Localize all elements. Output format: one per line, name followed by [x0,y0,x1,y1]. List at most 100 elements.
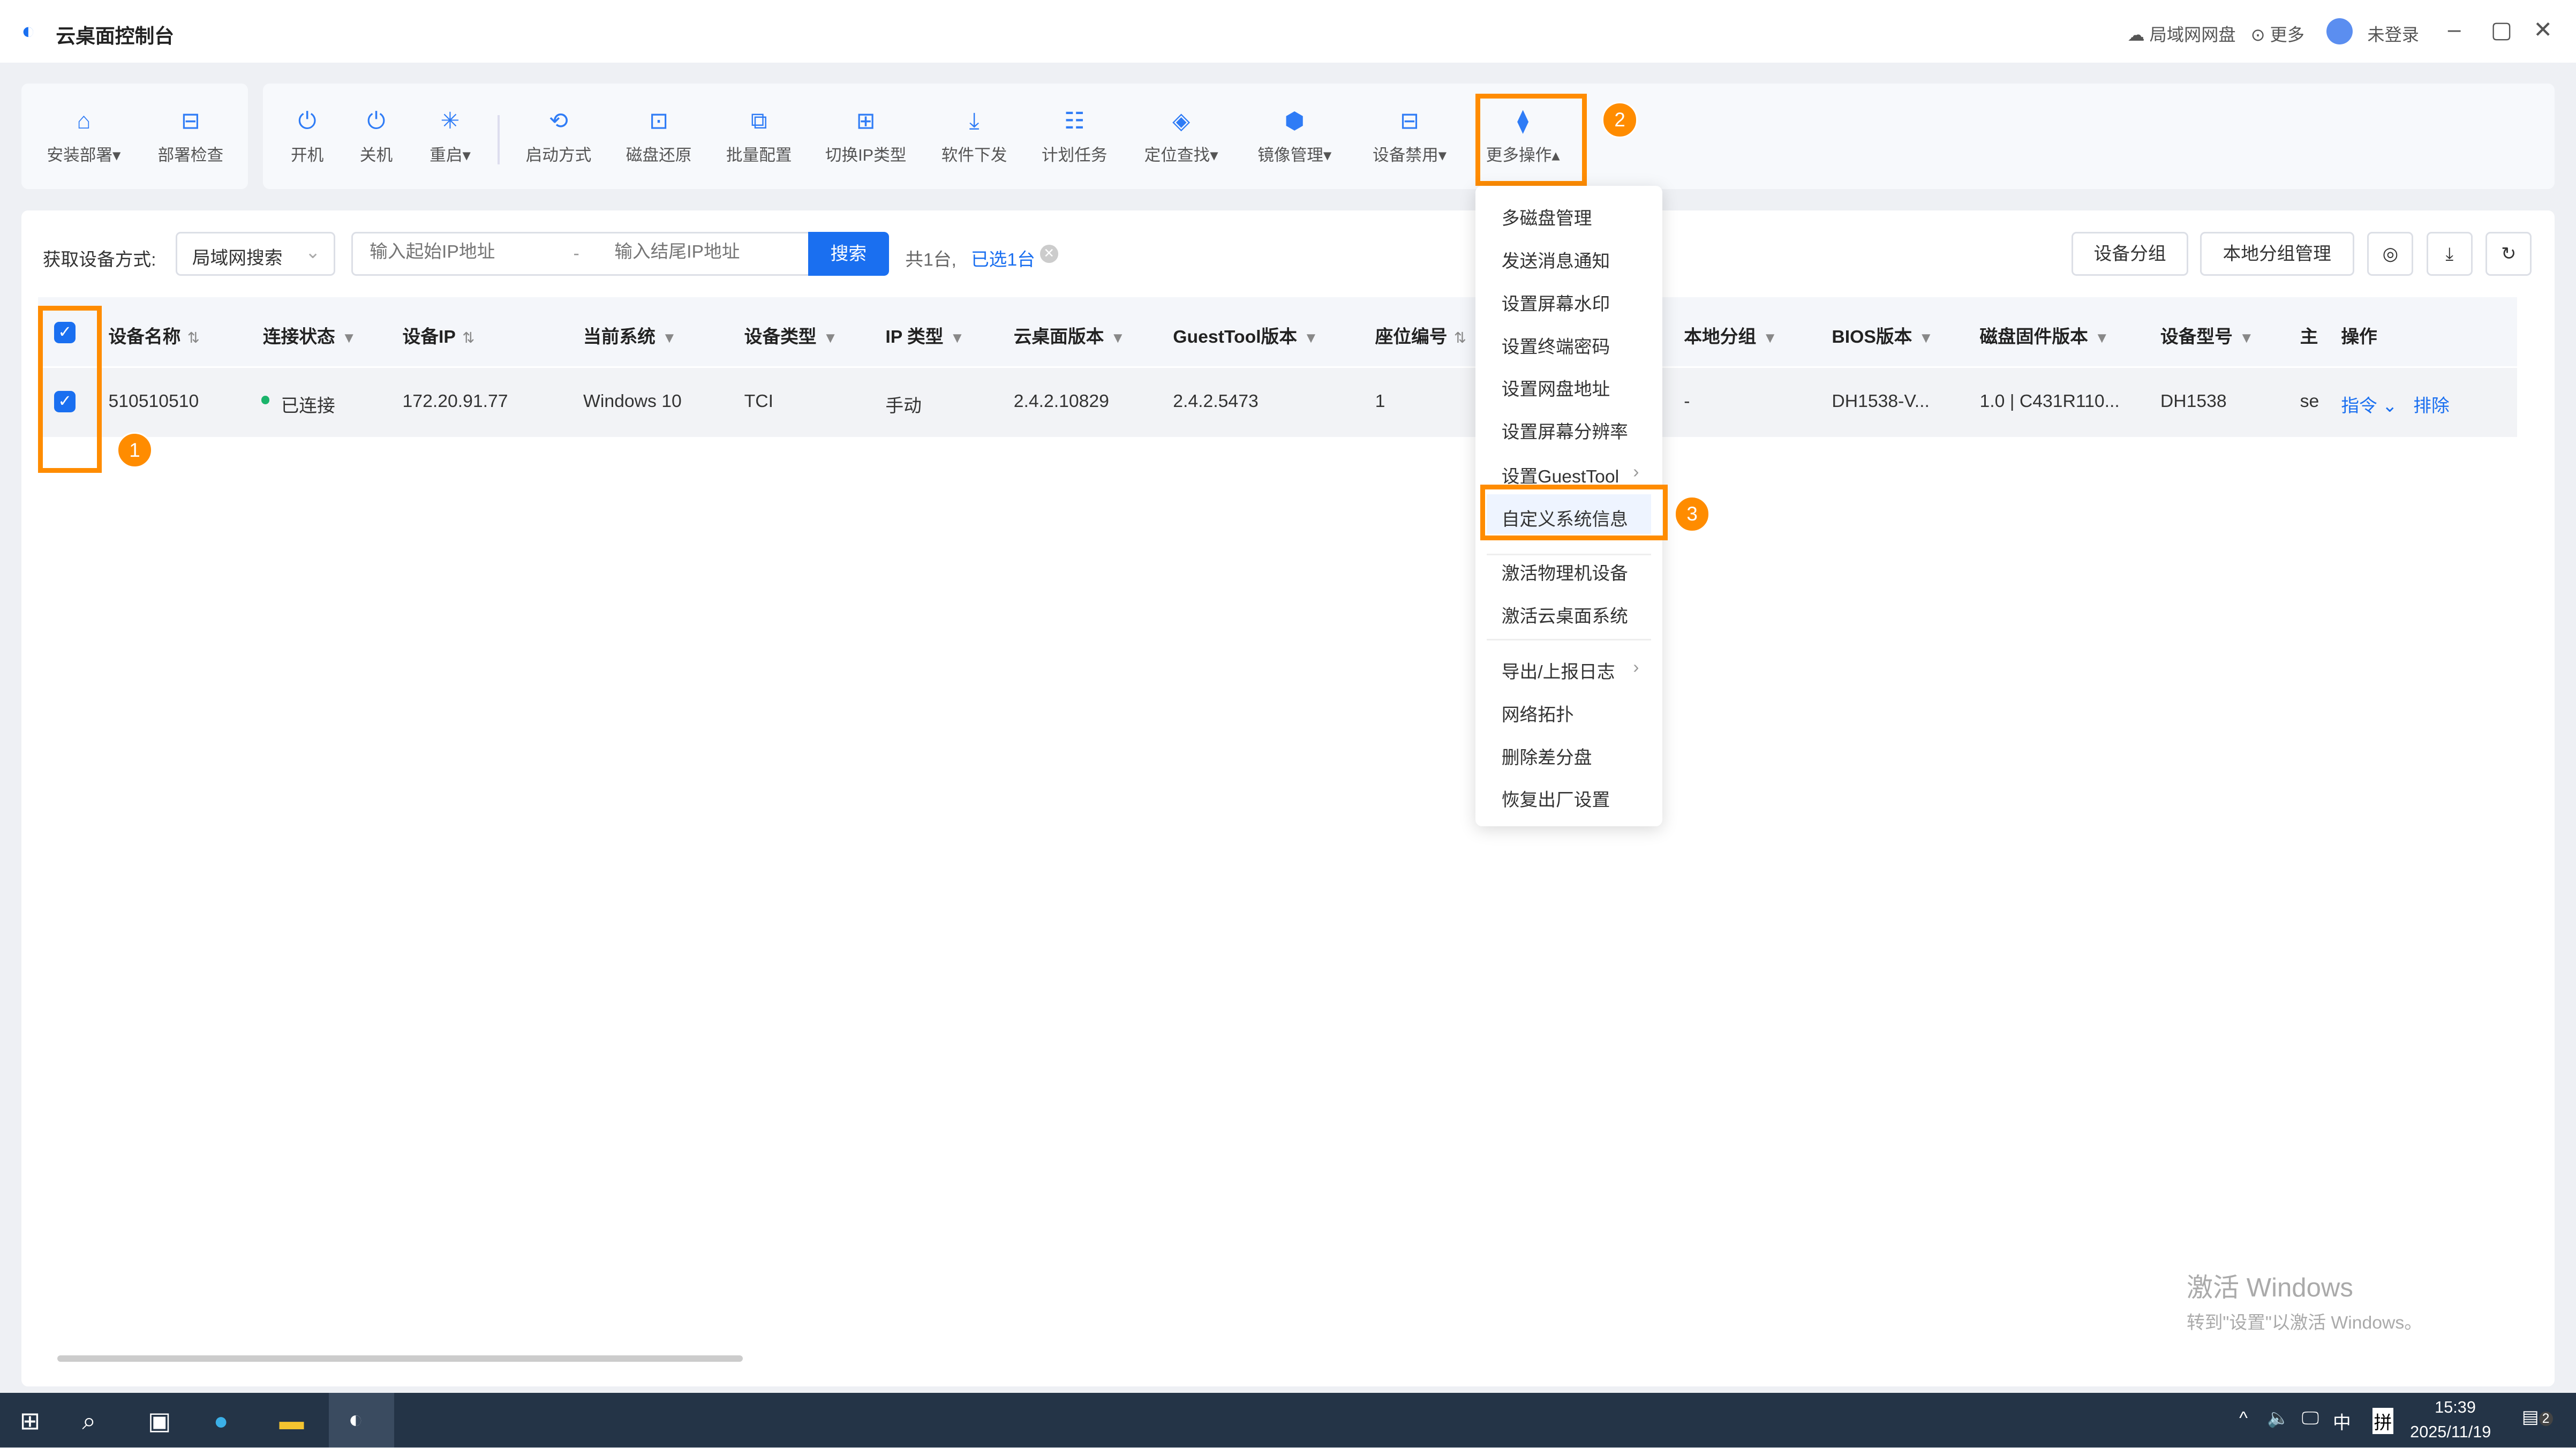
toolbar-button-4[interactable]: ✳重启▾ [401,108,499,165]
column-header[interactable]: 主 [2300,322,2318,348]
ip-range-input[interactable]: - [351,232,810,276]
menu-item[interactable]: 设置屏幕分辨率 [1502,417,1628,443]
column-header[interactable]: 操作 [2341,322,2377,348]
start-ip-input[interactable] [366,240,578,264]
lan-disk-label: 局域网网盘 [2150,25,2236,44]
column-header[interactable]: 设备型号▼ [2160,322,2254,348]
toolbar-button-11[interactable]: ◈定位查找▾ [1132,108,1231,165]
login-status[interactable]: 未登录 [2367,21,2419,46]
sort-icon[interactable]: ⇅ [187,329,200,346]
avatar[interactable] [2326,18,2353,44]
column-header[interactable]: IP 类型▼ [885,322,965,348]
search-button[interactable]: 搜索 [808,232,888,276]
toolbar-button-8[interactable]: ⊞切换IP类型 [817,108,915,165]
menu-item[interactable]: 导出/上报日志› [1502,657,1615,683]
column-header[interactable]: BIOS版本▼ [1832,322,1933,348]
maximize-icon[interactable]: ▢ [2490,17,2512,43]
check-icon: ⊟ [141,108,240,134]
menu-item-label: 设置屏幕分辨率 [1502,422,1628,442]
sort-icon[interactable]: ⇅ [1454,329,1466,346]
filter-icon[interactable]: ▼ [1111,329,1125,346]
menu-item[interactable]: 多磁盘管理 [1502,203,1592,230]
local-group-button[interactable]: 本地分组管理 [2200,232,2354,276]
menu-item[interactable]: 网络拓扑 [1502,700,1574,726]
column-header[interactable]: 设备类型▼ [744,322,838,348]
horizontal-scrollbar[interactable] [57,1355,742,1362]
exclude-link[interactable]: 排除 [2413,391,2449,417]
toolbar-button-0[interactable]: ⌂安装部署▾ [34,108,133,165]
column-header[interactable]: 设备IP⇅ [403,322,475,348]
minimize-icon[interactable]: – [2448,17,2461,43]
toolbar-button-5[interactable]: ⟲启动方式 [509,108,608,165]
taskbar-app-active[interactable]: ◐ [329,1393,395,1447]
lan-disk-link[interactable]: ☁ 局域网网盘 [2128,21,2236,46]
notification-icon[interactable]: ▤2 [2522,1406,2553,1428]
install-icon: ⌂ [34,108,133,134]
menu-item[interactable]: 设置GuestTool› [1502,462,1619,488]
menu-item[interactable]: 设置屏幕水印 [1502,289,1610,315]
filter-icon[interactable]: ▼ [1304,329,1318,346]
clear-selection-icon[interactable]: ✕ [1040,245,1058,263]
column-header[interactable]: 当前系统▼ [583,322,677,348]
column-header[interactable]: 连接状态▼ [263,322,357,348]
column-header[interactable]: 本地分组▼ [1684,322,1777,348]
filter-icon[interactable]: ▼ [662,329,676,346]
close-icon[interactable]: ✕ [2533,17,2552,43]
menu-item[interactable]: 删除差分盘 [1502,743,1592,769]
download-icon[interactable]: ⤓ [2427,232,2473,276]
edge-browser-icon[interactable]: ● [214,1406,229,1435]
sort-icon[interactable]: ⇅ [462,329,474,346]
toolbar-label: 计划任务 [1025,141,1124,165]
column-header[interactable]: 设备名称⇅ [108,322,199,348]
settings-icon[interactable]: ◎ [2367,232,2413,276]
toolbar-button-12[interactable]: ⬢镜像管理▾ [1245,108,1344,165]
windows-start-icon[interactable]: ⊞ [20,1406,41,1435]
menu-item[interactable]: 激活物理机设备 [1502,559,1628,585]
selected-count[interactable]: 已选1台 [971,245,1035,271]
network-icon[interactable]: 🖵 [2302,1408,2319,1429]
toolbar-button-10[interactable]: ☷计划任务 [1025,108,1124,165]
menu-item[interactable]: 设置终端密码 [1502,332,1610,358]
menu-item[interactable]: 激活云桌面系统 [1502,601,1628,628]
column-header[interactable]: 云桌面版本▼ [1014,322,1125,348]
end-ip-input[interactable] [611,240,807,264]
tray-expand-icon[interactable]: ^ [2239,1408,2248,1429]
search-icon[interactable]: ⌕ [82,1406,96,1436]
filter-icon[interactable]: ▼ [950,329,965,346]
filter-icon[interactable]: ▼ [2239,329,2254,346]
acquire-method-select[interactable]: 局域网搜索⌄ [176,232,335,276]
toolbar-button-6[interactable]: ⊡磁盘还原 [609,108,708,165]
filter-icon[interactable]: ▼ [2095,329,2109,346]
menu-item[interactable]: 恢复出厂设置 [1502,785,1610,811]
filter-icon[interactable]: ▼ [342,329,356,346]
device-group-button[interactable]: 设备分组 [2072,232,2188,276]
app-logo-icon: ◐ [21,18,35,44]
file-explorer-icon[interactable]: ▬ [279,1406,304,1435]
toolbar-button-13[interactable]: ⊟设备禁用▾ [1360,108,1459,165]
volume-icon[interactable]: 🔈 [2267,1408,2289,1429]
toolbar-button-9[interactable]: ⤓软件下发 [925,108,1023,165]
filter-icon[interactable]: ▼ [823,329,838,346]
command-dropdown[interactable]: 指令 ⌄ [2341,391,2397,417]
column-header[interactable]: GuestTool版本▼ [1173,322,1318,348]
ime-mode[interactable]: 中 [2333,1408,2351,1434]
filter-icon[interactable]: ▼ [1762,329,1777,346]
software-icon: ⤓ [925,108,1023,134]
toolbar-button-7[interactable]: ⧉批量配置 [710,108,808,165]
table-cell: - [1684,391,1690,412]
ime-pinyin[interactable]: 拼 [2372,1408,2394,1434]
more-link[interactable]: ⊙ 更多 [2251,21,2304,46]
menu-item[interactable]: 设置网盘地址 [1502,374,1610,401]
column-header[interactable]: 座位编号⇅ [1375,322,1466,348]
filter-icon[interactable]: ▼ [1919,329,1933,346]
column-header[interactable]: 磁盘固件版本▼ [1979,322,2109,348]
step-badge-2: 2 [1602,102,1638,138]
refresh-icon[interactable]: ↻ [2485,232,2532,276]
menu-item[interactable]: 发送消息通知 [1502,246,1610,273]
clock-date[interactable]: 2025/11/19 [2410,1423,2491,1442]
toolbar-button-1[interactable]: ⊟部署检查 [141,108,240,165]
clock-time[interactable]: 15:39 [2435,1398,2476,1417]
table-cell: 手动 [885,391,921,417]
task-view-icon[interactable]: ▣ [148,1406,171,1435]
windows-activation-watermark: 激活 Windows转到"设置"以激活 Windows。 [2187,1266,2422,1334]
